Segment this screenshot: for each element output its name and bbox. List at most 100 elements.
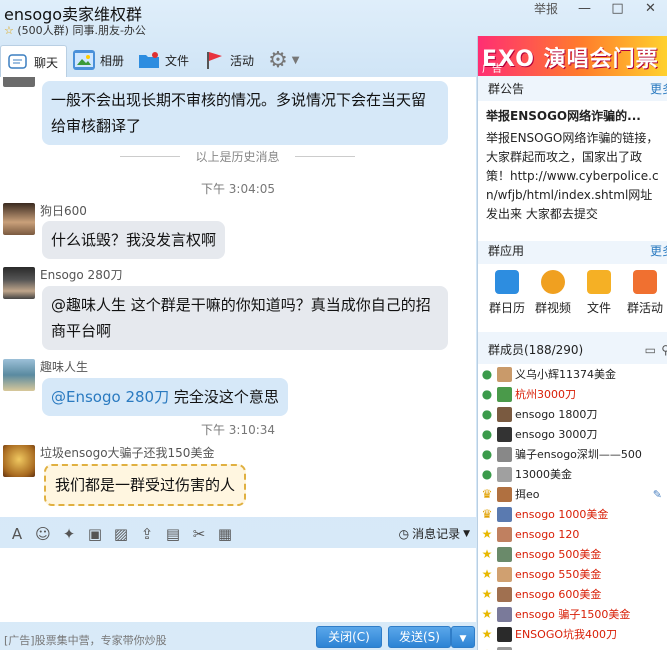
sender-name: Ensogo 280刀 [40,268,123,282]
tab-activity[interactable]: 活动 [197,45,262,75]
tab-album[interactable]: 相册 [67,45,132,75]
member-item[interactable]: ● 骗子ensogo深圳——500 [478,444,667,464]
group-subtitle: ☆ (500人群) 同事.朋友-办公 [4,22,146,38]
app-label: 群视频 [534,301,571,315]
message-record-button[interactable]: ◷ 消息记录 ▼ [399,525,470,542]
ad-banner[interactable]: EXO 演唱会门票 广告 [478,36,667,76]
avatar [3,77,35,87]
minimize-button[interactable]: — [568,0,601,20]
message-bubble: 什么诋毁？我没发言权啊 [42,221,226,259]
timestamp: 下午 3:04:05 [200,182,276,196]
settings-button[interactable]: ⚙ ▼ [262,45,307,75]
tab-file-label: 文件 [165,53,190,68]
avatar [497,366,512,382]
star-icon: ★ [481,627,493,641]
image-icon[interactable]: ▨ [108,523,134,545]
chat-list-icon[interactable]: ▭ [645,338,656,362]
app-calendar[interactable]: 群日历 [484,264,530,332]
message-text: 完全没这个意思 [169,388,279,406]
member-name: 杭州3000刀 [515,388,576,401]
timestamp: 下午 3:10:34 [200,423,276,437]
member-item[interactable]: ★ ensogo 120 [478,524,667,544]
gift-icon[interactable]: ▣ [82,523,108,545]
message-record-label: 消息记录 [412,527,461,541]
app-label: 文件 [586,301,611,315]
chevron-down-icon: ▼ [291,54,300,66]
member-item[interactable]: ★ ensogo 550美金 [478,564,667,584]
message-bubble: @Ensogo 280刀 完全没这个意思 [42,378,288,416]
member-item[interactable]: ★ ensogo 600美金 [478,584,667,604]
maximize-button[interactable]: □ [601,0,634,20]
send-button[interactable]: 发送(S) [388,626,451,648]
star-icon: ★ [481,567,493,581]
chevron-down-icon: ▼ [463,528,470,539]
history-divider: 以上是历史消息 [120,148,355,165]
apps-more-link[interactable]: 更多 [650,239,667,263]
crown-icon: ♛ [481,487,493,501]
member-status-icon: ● [481,407,493,421]
font-icon[interactable]: A [4,523,30,545]
window-buttons: 举报 — □ ✕ [524,0,667,20]
video-icon [541,270,565,294]
member-item[interactable]: ★3b ...team [478,644,667,650]
avatar [497,546,512,562]
star-icon: ★ [481,607,493,621]
tab-chat[interactable]: 聊天 [0,45,68,79]
tab-album-label: 相册 [100,53,125,68]
tab-file[interactable]: 文件 [132,45,197,75]
magic-icon[interactable]: ✦ [56,523,82,545]
mention-link[interactable]: @Ensogo 280刀 [51,388,169,406]
scissors-icon[interactable]: ✂ [186,523,212,545]
member-item[interactable]: ● 义乌小辉11374美金 [478,364,667,384]
member-name: ensogo 骗子1500美金 [515,608,631,621]
notice-header: 群公告 更多 [478,77,667,101]
avatar [497,486,512,502]
member-item[interactable]: ♛ ensogo 1000美金 [478,504,667,524]
app-activity[interactable]: 群活动 [622,264,667,332]
message-input[interactable] [0,548,476,622]
member-status-icon: ● [481,427,493,441]
member-item[interactable]: ♛ 挕eo ✎ [478,484,667,504]
member-name: ensogo 3000刀 [515,428,598,441]
folder-icon [138,50,160,70]
member-name: ensogo 500美金 [515,548,602,561]
banner-text: EXO 演唱会门票 [482,47,659,72]
member-item[interactable]: ● ensogo 3000刀 [478,424,667,444]
member-item[interactable]: ★ ensogo 骗子1500美金 [478,604,667,624]
notice-title[interactable]: 举报ENSOGO网络诈骗的... [486,107,662,124]
search-icon[interactable]: ⚲ [661,338,667,362]
close-button[interactable]: 关闭(C) [316,626,382,648]
app-file[interactable]: 文件 [576,264,622,332]
send-options-button[interactable]: ▼ [451,626,475,648]
member-status-icon: ● [481,387,493,401]
avatar [497,646,512,650]
avatar [497,606,512,622]
upload-icon[interactable]: ⇪ [134,523,160,545]
avatar [497,526,512,542]
member-item[interactable]: ★ ensogo 500美金 [478,544,667,564]
emoji-icon[interactable]: ☺ [30,523,56,545]
notice-more-link[interactable]: 更多 [650,77,667,101]
apps-header-label: 群应用 [488,244,525,258]
app-label: 群活动 [626,301,663,315]
more-tools-icon[interactable]: ▦ [212,523,238,545]
sender-name: 垃圾ensogo大骗子还我150美金 [40,446,215,460]
chat-messages: 一般不会出现长期不审核的情况。多说情况下会在当天留给审核翻译了 以上是历史消息 … [0,77,476,517]
report-button[interactable]: 举报 [524,0,568,20]
avatar [3,445,35,477]
package-icon[interactable]: ▤ [160,523,186,545]
ad-link[interactable]: [广告]股票集中营，专家带你炒股 [4,632,167,648]
member-item[interactable]: ★ ENSOGO坑我400刀 [478,624,667,644]
edit-icon[interactable]: ✎ [653,488,662,501]
chevron-down-icon: ▼ [459,634,467,644]
close-window-button[interactable]: ✕ [634,0,667,20]
member-name: ensogo 600美金 [515,588,602,601]
member-item[interactable]: ● ensogo 1800刀 [478,404,667,424]
app-video[interactable]: 群视频 [530,264,576,332]
member-name: ensogo 1000美金 [515,508,609,521]
members-header: 群成员(188/290) ▭ ⚲ [478,338,667,362]
avatar [3,359,35,391]
member-list: ● 义乌小辉11374美金 ● 杭州3000刀 ● ensogo 1800刀 ● ensogo… [478,364,667,650]
member-item[interactable]: ● 13000美金 [478,464,667,484]
member-item[interactable]: ● 杭州3000刀 [478,384,667,404]
